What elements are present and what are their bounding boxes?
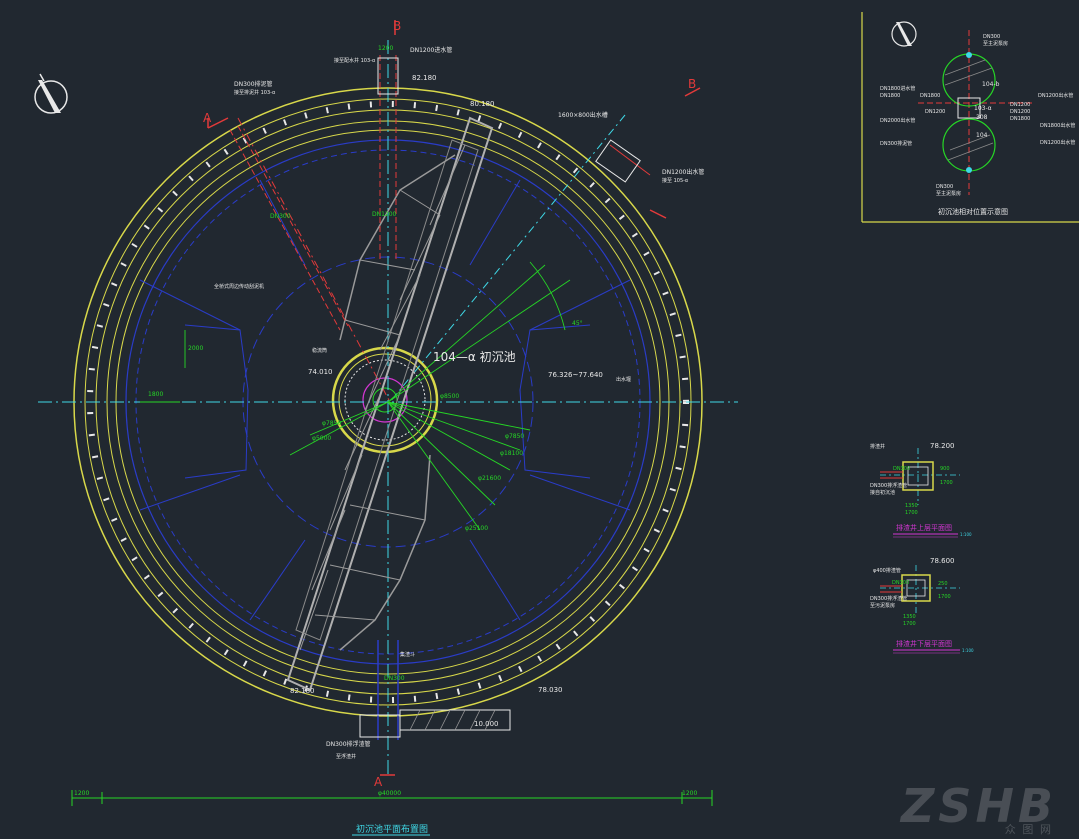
upper-pipe-in: DN300 xyxy=(893,466,910,472)
left-pipe-ref: 接至排泥井 103-α xyxy=(234,89,276,96)
right-pipe-ref: 接至 105-α xyxy=(662,177,689,184)
inset-right-n1: DN1200出水管 xyxy=(1038,92,1073,99)
right-annotation: 出水堰 xyxy=(616,376,631,383)
north-arrow-icon xyxy=(34,73,68,114)
inset-left2: DN1800 xyxy=(920,93,940,99)
section-b-top: B xyxy=(393,19,401,33)
bridge-pipe: DN1200 xyxy=(372,211,397,218)
lower-d4: 1700 xyxy=(938,594,951,600)
inset-n4: 104 xyxy=(976,132,988,139)
left-annotation: 全桥式周边传动刮泥机 xyxy=(214,283,264,290)
bottom-pipe-note: DN300排浮渣管 xyxy=(326,740,371,748)
inset-right1: DN1200 xyxy=(1010,102,1030,108)
upper-pipe-ref: 接自初沉池 xyxy=(870,489,895,496)
lower-pipe-ref: 至污泥泵房 xyxy=(870,602,895,609)
section-a-top: A xyxy=(203,111,212,125)
bottom-pipe-ref: 至浮渣井 xyxy=(336,753,356,760)
dim-left-gap: 2000 xyxy=(188,345,203,352)
main-pool xyxy=(38,40,738,775)
lower-d3: 250 xyxy=(938,581,948,587)
right-pipe-note: DN1200出水管 xyxy=(662,168,704,176)
dim-r3: φ21600 xyxy=(478,475,501,482)
top-pipe-note: DN1200进水管 xyxy=(410,46,452,54)
elev-center-left: 74.010 xyxy=(308,368,333,376)
section-a-bottom: A xyxy=(374,775,383,789)
lower-elev: 78.600 xyxy=(930,557,955,565)
dim-left-arc: 1800 xyxy=(148,391,163,398)
inset-right-n3: DN1200出水管 xyxy=(1040,139,1075,146)
upper-d3: 900 xyxy=(940,466,950,472)
dim-left-end: 1200 xyxy=(74,790,89,797)
inclined-pipe: DN300 xyxy=(270,213,291,220)
elev-bottom-right: 78.030 xyxy=(538,686,563,694)
section-markers: A A B B xyxy=(203,19,701,789)
top-pipe-ref: 接至配水井 103-α xyxy=(334,57,376,64)
inset-n3: 308 xyxy=(976,114,988,121)
inset-left-n1: DN1800进水管 xyxy=(880,85,915,92)
inset-left-n3: DN300排泥管 xyxy=(880,140,912,147)
dim-c2: φ5000 xyxy=(312,435,331,442)
inset-n1: 104-b xyxy=(982,81,1000,88)
cad-drawing: A A B B 104—α 初沉池 82.180 80.180 74.010 7… xyxy=(34,12,1079,836)
elev-right-mid: 76.326~77.640 xyxy=(548,371,603,379)
radial-dimensions xyxy=(140,261,571,531)
section-b-right: B xyxy=(688,77,696,91)
left-pipe-note: DN300排泥管 xyxy=(234,80,273,88)
dim-angle: 45° xyxy=(572,320,583,327)
inset-n2: 103-α xyxy=(974,105,992,112)
upper-d1: 1350 xyxy=(905,503,918,509)
inset-left-n2: DN2000出水管 xyxy=(880,117,915,124)
lower-pipe-in: DN300 xyxy=(892,580,909,586)
dim-c3: φ7850 xyxy=(322,420,341,427)
inset-left1: DN1800 xyxy=(880,93,900,99)
right-box-note: 1600×800出水槽 xyxy=(558,111,608,119)
elev-top: 82.180 xyxy=(412,74,437,82)
upper-title: 排渣井上层平面图 xyxy=(896,523,952,532)
dim-top-width: 1200 xyxy=(378,45,393,52)
inset-right2: DN1200 xyxy=(1010,109,1030,115)
upper-d2: 1700 xyxy=(905,510,918,516)
lower-d2: 1700 xyxy=(903,621,916,627)
inset-right3: DN1800 xyxy=(1010,116,1030,122)
upper-label: 排渣井 xyxy=(870,443,885,450)
inset-bottom-pipe: DN300 xyxy=(936,184,953,190)
pool-label: 104—α 初沉池 xyxy=(433,350,516,364)
upper-d4: 1700 xyxy=(940,480,953,486)
dim-right-end: 1200 xyxy=(682,790,697,797)
elev-bottom-weir: 10.000 xyxy=(474,720,499,728)
inset-top-note: 至主泥泵房 xyxy=(983,40,1008,47)
dim-c1: φ8500 xyxy=(440,393,459,400)
upper-scale: 1:100 xyxy=(960,532,972,537)
inset-left3: DN1200 xyxy=(925,109,945,115)
inset-top-pipe: DN300 xyxy=(983,34,1000,40)
dim-r2: φ18100 xyxy=(500,450,523,457)
upper-pipe-note: DN300排浮渣管 xyxy=(870,482,907,489)
elev-bridge-top: 80.180 xyxy=(470,100,495,108)
detail-upper-plan: 78.200 DN300排浮渣管 接自初沉池 排渣井 DN300 1350 17… xyxy=(870,442,972,538)
lower-scale: 1:100 xyxy=(962,648,974,653)
center-annotation: 稳流筒 xyxy=(312,347,327,354)
dim-r1: φ7850 xyxy=(505,433,524,440)
inset-north-arrow-icon xyxy=(891,21,917,47)
lower-top-note: φ400排渣管 xyxy=(873,567,901,574)
inset-right-n2: DN1800出水管 xyxy=(1040,122,1075,129)
main-plan-title: 初沉池平面布置图 xyxy=(356,823,428,835)
watermark-sub: 众 图 网 xyxy=(1004,823,1051,836)
elev-bottom-left: 82.180 xyxy=(290,687,315,695)
lower-d1: 1350 xyxy=(903,614,916,620)
inset-bottom-note: 至主泥泵房 xyxy=(936,190,961,197)
bottom-vert-pipe: DN300 xyxy=(384,675,405,682)
lower-title: 排渣井下层平面图 xyxy=(896,639,952,648)
dim-overall: φ40000 xyxy=(378,790,401,797)
lower-pipe-note: DN300排浮渣管 xyxy=(870,595,907,602)
detail-lower-plan: 78.600 DN300排浮渣管 至污泥泵房 φ400排渣管 DN300 135… xyxy=(870,557,974,654)
upper-elev: 78.200 xyxy=(930,442,955,450)
inset-position-diagram: 104-b 103-α 308 104 DN300 至主泥泵房 DN1800 D… xyxy=(861,12,1079,223)
dim-r4: φ25100 xyxy=(465,525,488,532)
bottom-center-annotation: 集渣斗 xyxy=(400,651,415,658)
inset-title: 初沉池相对位置示意图 xyxy=(938,207,1008,216)
